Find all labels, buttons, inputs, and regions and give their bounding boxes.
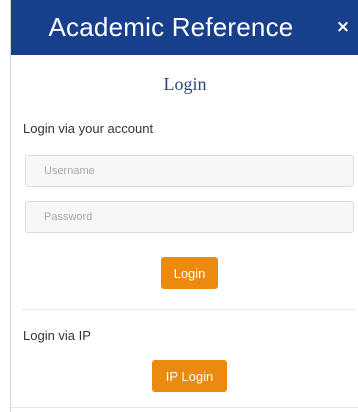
dialog-title: Academic Reference (48, 12, 294, 42)
section-divider (23, 309, 355, 310)
close-icon[interactable]: × (333, 17, 353, 37)
dialog-header: Academic Reference × (11, 0, 358, 55)
password-input[interactable] (25, 201, 354, 233)
dialog-bottom-border (11, 407, 358, 408)
username-input[interactable] (25, 155, 354, 187)
ip-login-label: Login via IP (23, 328, 91, 343)
account-login-label: Login via your account (23, 121, 154, 136)
ip-login-button[interactable]: IP Login (152, 360, 227, 392)
login-dialog: Academic Reference × Login Login via you… (10, 0, 358, 412)
login-button[interactable]: Login (161, 257, 218, 289)
login-heading: Login (163, 74, 207, 94)
